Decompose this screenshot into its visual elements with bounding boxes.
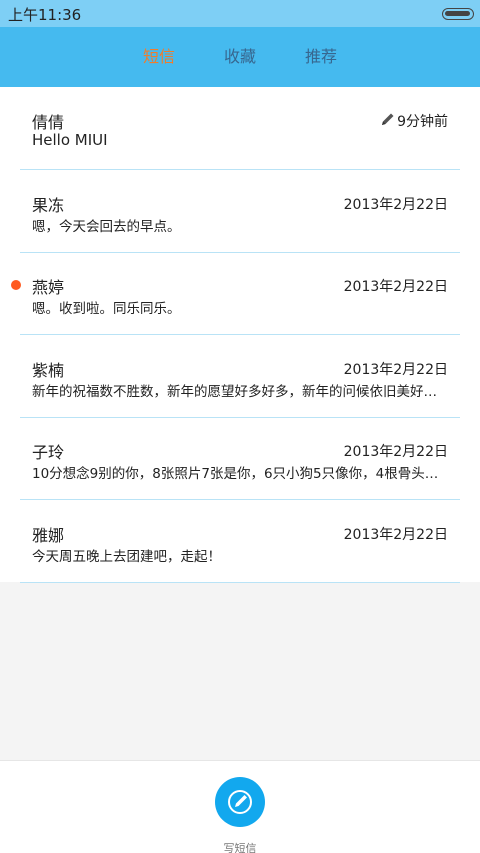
message-preview: 嗯。收到啦。同乐同乐。 (32, 301, 181, 317)
compose-button[interactable] (215, 777, 265, 827)
message-time: 9分钟前 (397, 114, 448, 130)
contact-name: 倩倩 (32, 113, 65, 132)
tab-bar: 短信 收藏 推荐 (0, 27, 480, 87)
conversation-item[interactable]: 雅娜 2013年2月22日 今天周五晚上去团建吧，走起！ (0, 500, 480, 583)
conversation-item[interactable]: 倩倩 9分钟前 Hello MIUI (0, 87, 480, 170)
message-preview: 嗯，今天会回去的早点。 (32, 219, 181, 235)
message-preview: 今天周五晚上去团建吧，走起！ (32, 549, 221, 565)
status-time: 上午11:36 (8, 6, 82, 24)
conversation-list: 倩倩 9分钟前 Hello MIUI 果冻 2013年2月22日 嗯，今天会回去… (0, 87, 480, 583)
compose-icon (228, 790, 252, 814)
battery-level (445, 11, 470, 16)
bottom-bar: 写短信 (0, 760, 480, 853)
tab-recommended[interactable]: 推荐 (291, 27, 351, 87)
divider (20, 582, 460, 583)
conversation-item[interactable]: 燕婷 2013年2月22日 嗯。收到啦。同乐同乐。 (0, 252, 480, 335)
conversation-item[interactable]: 子玲 2013年2月22日 10分想念9别的你，8张照片7张是你，6只小狗5只像… (0, 417, 480, 500)
compose-label: 写短信 (223, 842, 257, 853)
message-preview: 新年的祝福数不胜数，新年的愿望好多好多，新年的问候依旧美好… (32, 384, 437, 400)
contact-name: 雅娜 (32, 526, 65, 545)
message-time: 2013年2月22日 (343, 444, 448, 460)
pencil-icon (382, 113, 394, 125)
contact-name: 子玲 (32, 443, 65, 462)
contact-name: 燕婷 (32, 278, 65, 297)
unread-dot-icon (11, 280, 21, 290)
tab-favorites[interactable]: 收藏 (210, 27, 270, 87)
message-preview: Hello MIUI (32, 131, 108, 149)
message-time: 2013年2月22日 (343, 197, 448, 213)
contact-name: 紫楠 (32, 361, 65, 380)
conversation-item[interactable]: 果冻 2013年2月22日 嗯，今天会回去的早点。 (0, 170, 480, 253)
contact-name: 果冻 (32, 196, 65, 215)
message-time: 2013年2月22日 (343, 279, 448, 295)
status-bar: 上午11:36 (0, 0, 480, 27)
message-preview: 10分想念9别的你，8张照片7张是你，6只小狗5只像你，4根骨头… (32, 466, 439, 482)
screen: 上午11:36 短信 收藏 推荐 倩倩 9分钟前 Hello MIUI 果冻 2… (0, 0, 480, 853)
message-time: 2013年2月22日 (343, 527, 448, 543)
tab-sms[interactable]: 短信 (129, 27, 189, 87)
battery-icon (442, 8, 474, 20)
conversation-item[interactable]: 紫楠 2013年2月22日 新年的祝福数不胜数，新年的愿望好多好多，新年的问候依… (0, 335, 480, 418)
message-time: 2013年2月22日 (343, 362, 448, 378)
